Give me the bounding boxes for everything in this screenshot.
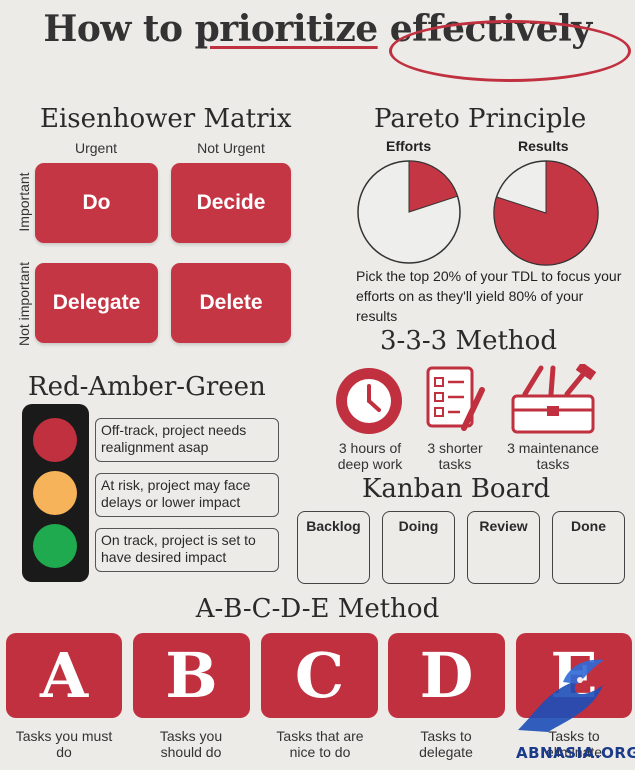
abcde-letter-c: C xyxy=(261,633,378,718)
eisenhower-row-not-important: Not important xyxy=(16,261,32,347)
eisenhower-cell-delegate: Delegate xyxy=(35,263,158,343)
pareto-efforts-pie xyxy=(357,160,461,264)
eisenhower-col-urgent: Urgent xyxy=(74,140,118,156)
rag-item-red: Off-track, project needs realignment asa… xyxy=(95,418,279,462)
title-part2: prioritize xyxy=(194,8,379,50)
abcde-heading: A-B-C-D-E Method xyxy=(195,594,440,624)
watermark-text: ABNASIA.ORG xyxy=(516,744,635,762)
pareto-results-pie xyxy=(493,160,599,266)
pareto-efforts-label: Efforts xyxy=(386,138,432,154)
method333-item-1: 3 hours of deep work xyxy=(337,440,403,472)
pareto-heading: Pareto Principle xyxy=(374,104,587,134)
kanban-column-backlog: Backlog xyxy=(297,511,370,584)
pareto-description: Pick the top 20% of your TDL to focus yo… xyxy=(356,268,622,324)
bird-logo-icon xyxy=(508,650,618,745)
kanban-heading: Kanban Board xyxy=(362,474,551,504)
eisenhower-row-important: Important xyxy=(16,172,32,232)
eisenhower-col-not-urgent: Not Urgent xyxy=(197,140,265,156)
abcde-letter-b: B xyxy=(133,633,250,718)
clock-icon xyxy=(334,366,404,436)
checklist-icon xyxy=(424,364,492,436)
kanban-column-doing: Doing xyxy=(382,511,455,584)
traffic-light-icon xyxy=(22,404,89,582)
eisenhower-heading: Eisenhower Matrix xyxy=(40,104,292,134)
method333-heading: 3-3-3 Method xyxy=(380,326,557,356)
kanban-column-review: Review xyxy=(467,511,540,584)
abcde-letter-d: D xyxy=(388,633,505,718)
abcde-caption-d: Tasks to delegate xyxy=(419,728,473,760)
eisenhower-cell-do: Do xyxy=(35,163,158,243)
abcde-caption-c: Tasks that are nice to do xyxy=(276,728,364,760)
amber-light xyxy=(33,471,77,515)
rag-heading: Red-Amber-Green xyxy=(28,372,266,402)
rag-item-amber: At risk, project may face delays or lowe… xyxy=(95,473,279,517)
title-highlight-circle xyxy=(389,20,631,82)
title-part1: How to xyxy=(43,8,195,50)
toolbox-icon xyxy=(503,361,603,436)
abcde-caption-a: Tasks you must do xyxy=(15,728,113,760)
green-light xyxy=(33,524,77,568)
method333-item-2: 3 shorter tasks xyxy=(427,440,483,472)
method333-item-3: 3 maintenance tasks xyxy=(507,440,599,472)
pareto-results-label: Results xyxy=(518,138,569,154)
kanban-column-done: Done xyxy=(552,511,625,584)
eisenhower-cell-delete: Delete xyxy=(171,263,291,343)
rag-item-green: On track, project is set to have desired… xyxy=(95,528,279,572)
eisenhower-cell-decide: Decide xyxy=(171,163,291,243)
abcde-letter-a: A xyxy=(6,633,122,718)
red-light xyxy=(33,418,77,462)
abcde-caption-b: Tasks you should do xyxy=(159,728,223,760)
